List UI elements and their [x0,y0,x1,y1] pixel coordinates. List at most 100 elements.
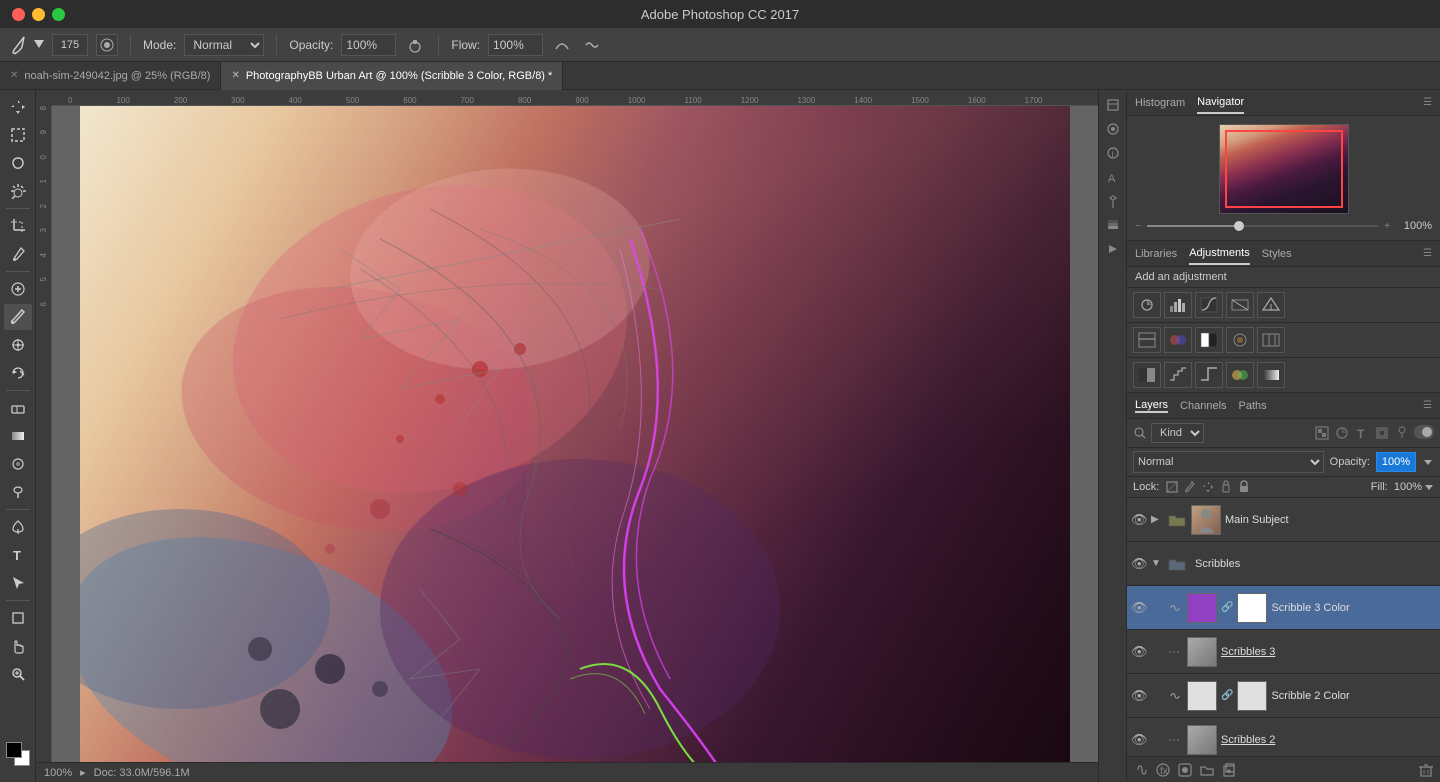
smart-filter-icon[interactable] [1374,425,1390,441]
marquee-tool[interactable] [4,122,32,148]
type-filter-icon[interactable]: T [1354,425,1370,441]
layer-scribbles-3[interactable]: 👁 Scribbles 3 [1127,630,1440,674]
new-layer-icon[interactable] [1221,762,1237,778]
libraries-tab[interactable]: Libraries [1135,244,1177,264]
gradient-map-adj[interactable] [1257,362,1285,388]
gradient-tool[interactable] [4,423,32,449]
path-select-tool[interactable] [4,570,32,596]
smoothing-icon-2[interactable] [581,34,603,56]
layer-expand-scribbles[interactable]: ▼ [1151,558,1163,569]
filter-kind-dropdown[interactable]: Kind [1151,423,1204,443]
levels-adj[interactable] [1164,292,1192,318]
lock-paint-icon[interactable] [1183,480,1197,494]
lock-position-icon[interactable] [1201,480,1215,494]
threshold-adj[interactable] [1195,362,1223,388]
layers-tab[interactable]: Layers [1135,399,1168,413]
eyedropper-tool[interactable] [4,241,32,267]
styles-tab[interactable]: Styles [1262,244,1292,264]
history-brush-tool[interactable] [4,360,32,386]
brush-preset-button[interactable] [96,34,118,56]
close-button[interactable] [12,8,25,21]
photo-filter-adj[interactable] [1226,327,1254,353]
add-style-icon[interactable]: fx [1155,762,1171,778]
brush-tool[interactable] [4,304,32,330]
layer-eye-s2[interactable]: 👁 [1131,732,1147,748]
layer-scribble-2-color[interactable]: 👁 🔗 Scribble 2 Color [1127,674,1440,718]
layer-eye-s3c[interactable]: 👁 [1131,600,1147,616]
zoom-tool[interactable] [4,661,32,687]
panel-icon-actions[interactable] [1102,238,1124,260]
hand-tool[interactable] [4,633,32,659]
blur-tool[interactable] [4,451,32,477]
exposure-adj[interactable] [1226,292,1254,318]
layer-eye-s3[interactable]: 👁 [1131,644,1147,660]
filter-toggle[interactable] [1414,425,1434,439]
adjustments-tab[interactable]: Adjustments [1189,243,1250,265]
layer-scribble-3-color[interactable]: 👁 🔗 Scribble 3 Color [1127,586,1440,630]
selective-color-adj[interactable] [1226,362,1254,388]
layer-eye-main-subject[interactable]: 👁 [1131,512,1147,528]
artwork-container[interactable] [80,106,1070,762]
lock-all-icon[interactable] [1237,480,1251,494]
opacity-expand-arrow[interactable] [1422,456,1434,468]
panel-icon-char[interactable]: A [1102,166,1124,188]
vibrance-adj[interactable] [1257,292,1285,318]
eraser-tool[interactable] [4,395,32,421]
add-mask-icon[interactable] [1177,762,1193,778]
minimize-button[interactable] [32,8,45,21]
effects-filter-icon[interactable] [1394,425,1410,441]
layer-eye-scribbles[interactable]: 👁 [1131,556,1147,572]
zoom-out-icon[interactable]: − [1135,221,1141,232]
blend-mode-select[interactable]: Normal Multiply Screen [1133,451,1324,473]
fill-expand-icon[interactable] [1424,482,1434,492]
color-balance-adj[interactable] [1164,327,1192,353]
panel-icon-navigator[interactable] [1102,118,1124,140]
paths-tab[interactable]: Paths [1239,400,1267,412]
zoom-slider-thumb[interactable] [1234,221,1244,231]
brightness-contrast-adj[interactable] [1133,292,1161,318]
move-tool[interactable] [4,94,32,120]
new-group-icon[interactable] [1199,762,1215,778]
panel-icon-info[interactable]: i [1102,142,1124,164]
panel-icon-adjustments[interactable] [1102,190,1124,212]
tab-close-1[interactable]: ✕ [10,70,18,81]
healing-tool[interactable] [4,276,32,302]
tab-1[interactable]: ✕ noah-sim-249042.jpg @ 25% (RGB/8) [0,62,221,90]
fill-value-area[interactable]: 100% [1394,481,1434,493]
channel-mixer-adj[interactable] [1257,327,1285,353]
channels-tab[interactable]: Channels [1180,400,1226,412]
lasso-tool[interactable] [4,150,32,176]
layers-menu[interactable]: ☰ [1423,400,1432,411]
canvas-viewport[interactable] [52,106,1098,762]
layer-eye-s2c[interactable]: 👁 [1131,688,1147,704]
shape-tool[interactable] [4,605,32,631]
navigator-tab[interactable]: Navigator [1197,92,1244,114]
invert-adj[interactable] [1133,362,1161,388]
color-swatches[interactable] [4,742,32,774]
histogram-tab[interactable]: Histogram [1135,93,1185,113]
hue-saturation-adj[interactable] [1133,327,1161,353]
foreground-color[interactable] [6,742,22,758]
opacity-value-field[interactable]: 100% [1376,452,1416,472]
smoothing-icon-1[interactable] [551,34,573,56]
panel-top-menu[interactable]: ☰ [1423,97,1432,108]
magic-wand-tool[interactable] [4,178,32,204]
curves-adj[interactable] [1195,292,1223,318]
layer-expand-main-subject[interactable]: ▶ [1151,514,1163,525]
adjustments-menu[interactable]: ☰ [1423,248,1432,259]
pixel-filter-icon[interactable] [1314,425,1330,441]
canvas-area[interactable]: 0 100 200 300 400 500 600 700 800 900 10… [36,90,1098,782]
tab-2[interactable]: ✕ PhotographyBB Urban Art @ 100% (Scribb… [221,62,563,90]
tab-close-2[interactable]: ✕ [231,70,239,81]
flow-input[interactable] [488,34,543,56]
layer-main-subject[interactable]: 👁 ▶ Main Subject [1127,498,1440,542]
panel-collapse-1[interactable] [1102,94,1124,116]
panel-icon-layers-strip[interactable] [1102,214,1124,236]
opacity-input[interactable] [341,34,396,56]
delete-layer-icon[interactable] [1418,762,1434,778]
maximize-button[interactable] [52,8,65,21]
lock-transparent-icon[interactable] [1165,480,1179,494]
clone-tool[interactable] [4,332,32,358]
pen-tool[interactable] [4,514,32,540]
dodge-tool[interactable] [4,479,32,505]
